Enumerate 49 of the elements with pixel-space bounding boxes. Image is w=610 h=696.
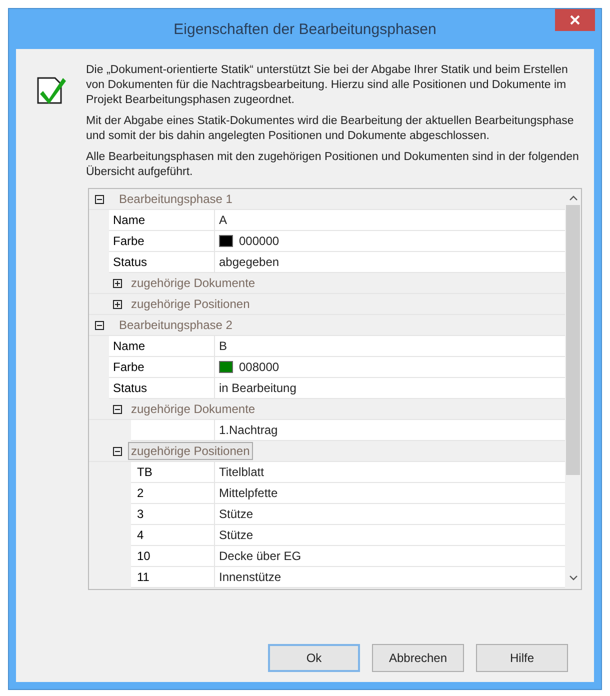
property-name: 2 (131, 483, 215, 503)
description-text: Die „Dokument-orientierte Statik“ unterstützt Sie bei der Abgabe Ihrer Statik und beim Erstellen von Dokumenten für die Nachtragsbearbeitung. Hierzu sind alle Positionen und Dokumente im Projekt Bearbeitungsphasen zugeordnet. (86, 63, 569, 108)
property-name: Name (109, 210, 215, 230)
group-header[interactable]: zugehörige Dokumente (128, 274, 258, 292)
property-name: Farbe (109, 231, 215, 251)
property-name: Name (109, 336, 215, 356)
property-name: Status (109, 252, 215, 272)
close-icon (570, 15, 580, 25)
property-name: Status (109, 378, 215, 398)
dialog-button[interactable]: Ok (268, 644, 360, 672)
property-value: B (219, 339, 228, 353)
property-value: abgegeben (219, 255, 280, 269)
property-name: TB (131, 462, 215, 482)
collapse-toggle[interactable] (113, 404, 122, 414)
property-value: Titelblatt (219, 465, 264, 479)
scroll-thumb[interactable] (566, 205, 580, 475)
dialog-button[interactable]: Abbrechen (372, 644, 464, 672)
property-value: Decke über EG (219, 549, 302, 563)
description-text: Mit der Abgabe eines Statik-Dokumentes wird die Bearbeitung der aktuellen Bearbeitungsphase und somit der bis dahin angelegten Positionen und Dokumente abgeschlossen. (86, 114, 575, 144)
collapse-toggle[interactable] (95, 320, 104, 330)
property-value: Stütze (219, 528, 254, 542)
property-name: 10 (131, 546, 215, 566)
phase-header[interactable]: Bearbeitungsphase 2 (116, 316, 236, 334)
property-name: 3 (131, 504, 215, 524)
group-header[interactable]: zugehörige Positionen (128, 442, 253, 460)
property-name: 4 (131, 525, 215, 545)
property-name: 11 (131, 567, 215, 587)
collapse-toggle[interactable] (113, 300, 122, 308)
collapse-toggle[interactable] (113, 446, 122, 456)
collapse-toggle[interactable] (113, 278, 122, 288)
property-value: 000000 (239, 234, 280, 248)
property-value: 1.Nachtrag (219, 423, 278, 437)
property-value: 008000 (239, 360, 280, 374)
window-title: Eigenschaften der Bearbeitungsphasen (174, 20, 436, 38)
property-value: in Bearbeitung (219, 381, 296, 395)
property-value: A (219, 213, 228, 227)
property-value: Stütze (219, 507, 254, 521)
phase-header[interactable]: Bearbeitungsphase 1 (116, 190, 236, 208)
property-name: Farbe (109, 357, 215, 377)
close-button[interactable] (555, 9, 595, 31)
scroll-up-icon[interactable] (568, 195, 578, 201)
description-text: Alle Bearbeitungsphasen mit den zugehörigen Positionen und Dokumenten sind in der folgenden Übersicht aufgeführt. (86, 150, 580, 180)
property-value: Innenstütze (219, 570, 282, 584)
group-header[interactable]: zugehörige Dokumente (128, 400, 258, 418)
group-header[interactable]: zugehörige Positionen (128, 295, 253, 313)
dialog-button[interactable]: Hilfe (476, 644, 568, 672)
scroll-down-icon[interactable] (568, 575, 578, 581)
property-value: Mittelpfette (219, 486, 278, 500)
collapse-toggle[interactable] (95, 194, 104, 204)
